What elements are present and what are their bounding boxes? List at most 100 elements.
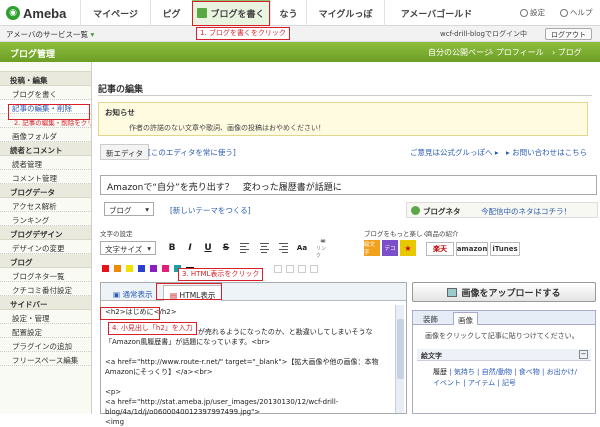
color-swatch[interactable]: [138, 265, 145, 272]
upload-image-button[interactable]: 画像をアップロードする: [412, 282, 596, 302]
rakuten-button[interactable]: 楽天: [426, 242, 454, 256]
annotation-4: 4. 小見出し「h2」を入力: [108, 322, 197, 335]
bold-button[interactable]: B: [166, 242, 178, 254]
nav-my-guruppo[interactable]: マイグルっぽ: [306, 0, 384, 26]
contact-link[interactable]: ▸ お問い合わせはこちら: [506, 147, 587, 158]
amazon-button-label: amazon: [456, 245, 488, 253]
link-button[interactable]: ∞ リンク: [316, 237, 330, 259]
new-theme-link[interactable]: [新しいテーマをつくる]: [170, 205, 251, 216]
tab-image[interactable]: 画像: [453, 312, 478, 325]
sidebar-item-reader-mgmt[interactable]: 読者管理: [0, 156, 91, 170]
logout-button[interactable]: ログアウト: [545, 28, 592, 40]
itunes-button[interactable]: iTunes: [490, 242, 520, 256]
emoji-button[interactable]: 絵文字: [364, 240, 380, 256]
collapse-icon[interactable]: −: [579, 350, 588, 359]
services-menu[interactable]: アメーバのサービス一覧 ▾: [6, 29, 94, 40]
theme-select[interactable]: ブログ ▾: [104, 202, 154, 216]
editor-scrollbar[interactable]: [395, 305, 404, 413]
underline-button[interactable]: U: [202, 242, 214, 254]
sidebar-item-edit-delete[interactable]: 記事の編集・削除: [0, 100, 91, 114]
panel-hint: 画像をクリックして記事に貼りつけてください。: [425, 332, 579, 340]
scrollbar-thumb[interactable]: [397, 319, 404, 379]
emoji-cat[interactable]: 食べ物: [519, 368, 540, 376]
product-intro-label: 商品の紹介: [426, 230, 459, 238]
help-label: ヘルプ: [570, 8, 593, 17]
title-divider: [98, 95, 592, 96]
tab-image-label: 画像: [458, 316, 473, 325]
subject-input[interactable]: Amazonで“自分”を売り出す？ 変わった履歴書が話題に: [100, 175, 597, 195]
color-swatch[interactable]: [126, 265, 133, 272]
italic-button[interactable]: I: [184, 242, 196, 254]
sidebar-item-comment-mgmt[interactable]: コメント管理: [0, 170, 91, 184]
chevron-down-icon: ▾: [147, 244, 151, 253]
help-link[interactable]: ヘルプ: [560, 7, 593, 18]
annotation-1: 1. ブログを書くをクリック: [196, 27, 290, 40]
color-swatch[interactable]: [114, 265, 121, 272]
sidebar-item-freespace[interactable]: フリースペース編集: [0, 352, 91, 366]
feedback-label: ご意見は公式グルっぽへ: [410, 148, 493, 157]
sidebar-item-ranking[interactable]: ランキング: [0, 212, 91, 226]
sidebar-item-write[interactable]: ブログを書く: [0, 86, 91, 100]
emoji-cat[interactable]: 履歴: [433, 368, 447, 376]
color-swatch[interactable]: [150, 265, 157, 272]
font-style-icon[interactable]: Aa: [296, 242, 308, 254]
link-icon: ∞: [320, 237, 326, 245]
neta-link[interactable]: 今配信中のネタはコチラ！: [481, 206, 571, 217]
sidebar-item-access[interactable]: アクセス解析: [0, 198, 91, 212]
settings-link[interactable]: 設定: [520, 7, 545, 18]
sidebar-item-layout[interactable]: 配置設定: [0, 324, 91, 338]
tab-normal-view[interactable]: ▣ 通常表示: [107, 285, 158, 301]
sidebar-item-kuchikomi[interactable]: クチコミ番付設定: [0, 282, 91, 296]
sidebar-item-settings[interactable]: 設定・管理: [0, 310, 91, 324]
tab-new-editor[interactable]: 新エディタ: [100, 144, 149, 160]
login-status: wcf-drill-blogでログイン中: [440, 30, 527, 38]
disabled-tool-icon: [298, 265, 306, 273]
sidebar-item-image-folder[interactable]: 画像フォルダ: [0, 128, 91, 142]
caret-down-icon: ▾: [90, 30, 95, 39]
nav-mypage[interactable]: マイページ: [80, 0, 150, 26]
html-editor: ▣ 通常表示 ▤ HTML表示 <h2>はじめに</h2> 「 」自分」が売れる…: [100, 282, 407, 426]
nav-ameba-gold[interactable]: アメーバゴールド: [384, 0, 488, 26]
deco-button[interactable]: デコ: [382, 240, 398, 256]
emoji-cat[interactable]: 気持ち: [454, 368, 475, 376]
emoji-cat[interactable]: 記号: [502, 379, 516, 387]
disabled-tool-icon: [310, 265, 318, 273]
font-size-select[interactable]: 文字サイズ ▾: [100, 241, 156, 255]
always-use-editor-link[interactable]: [このエディタを常に使う]: [148, 147, 236, 158]
notice-title: お知らせ: [105, 108, 135, 117]
tab-html-view[interactable]: ▤ HTML表示: [163, 285, 223, 301]
image-icon: [447, 287, 458, 297]
align-center-icon[interactable]: [258, 242, 270, 254]
services-menu-label: アメーバのサービス一覧: [6, 30, 89, 39]
align-left-icon[interactable]: [240, 242, 252, 254]
blog-neta-box: ブログネタ 今配信中のネタはコチラ！: [406, 202, 598, 218]
nav-now[interactable]: なう: [270, 0, 306, 26]
feedback-link[interactable]: ご意見は公式グルっぽへ ▸: [410, 147, 499, 158]
ameba-logo[interactable]: ◉ Ameba: [6, 5, 66, 21]
nav-write-blog[interactable]: ブログを書く: [192, 0, 270, 26]
nav-pigg[interactable]: ピグ: [150, 0, 192, 26]
sidebar-section-design: ブログデザイン: [0, 226, 91, 240]
align-right-icon[interactable]: [276, 242, 288, 254]
sticker-icon[interactable]: ★: [400, 240, 416, 256]
sidebar-item-neta-list[interactable]: ブログネタ一覧: [0, 268, 91, 282]
emoji-section-header: 絵文字 −: [417, 349, 591, 361]
sidebar-item-plugin[interactable]: プラグインの追加: [0, 338, 91, 352]
strike-button[interactable]: S: [220, 242, 232, 254]
sidebar-item-design-change[interactable]: デザインの変更: [0, 240, 91, 254]
link-profile[interactable]: › プロフィール: [490, 47, 544, 58]
nav-write-blog-label: ブログを書く: [210, 9, 265, 20]
emoji-cat[interactable]: 自然/動物: [482, 368, 512, 376]
link-blog[interactable]: › ブログ: [552, 47, 582, 58]
color-swatch[interactable]: [102, 265, 109, 272]
tab-decoration[interactable]: 装飾: [419, 312, 442, 325]
tab-decoration-label: 装飾: [423, 315, 438, 324]
link-public-page[interactable]: 自分の公開ページ: [428, 47, 492, 58]
annotation-3: 3. HTML表示をクリック: [178, 268, 264, 281]
color-swatch[interactable]: [162, 265, 169, 272]
more-fun-label: ブログをもっと楽しく: [364, 230, 429, 238]
amazon-button[interactable]: amazon: [456, 242, 488, 256]
emoji-cat[interactable]: アイテム: [468, 379, 495, 387]
link-profile-label: プロフィール: [495, 48, 544, 57]
editor-tabs: ▣ 通常表示 ▤ HTML表示: [101, 283, 406, 301]
